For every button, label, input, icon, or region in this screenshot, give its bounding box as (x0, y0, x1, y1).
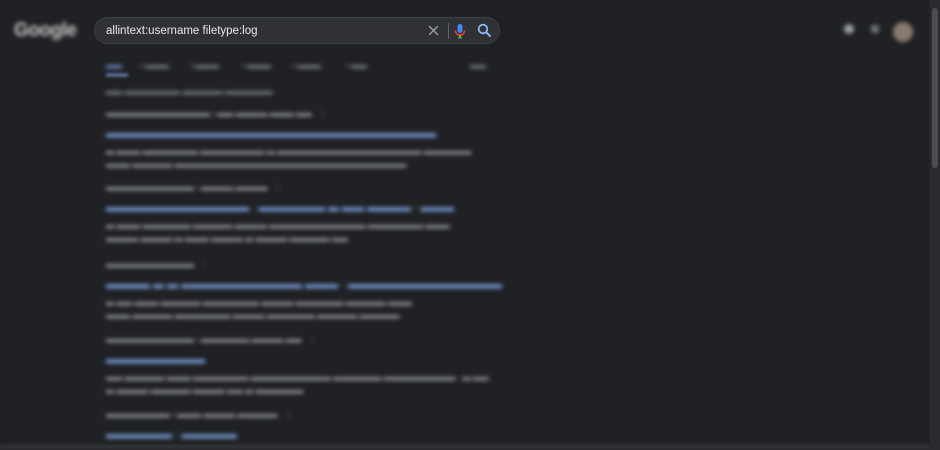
search-result: ▬▬▬▬▬▬▬▬▬▬▬▬▬ › ▬▬ ▬▬▬▬ ▬▬▬ ▬▬ ⋮ ▬▬▬▬▬▬▬… (106, 109, 472, 171)
result-url[interactable]: ▬▬▬▬▬▬▬▬▬▬▬ › ▬▬▬▬▬▬ ▬▬▬▬ ▬▬ ⋮ (106, 335, 466, 347)
search-result: ▬▬▬▬▬▬▬▬▬▬▬ › ▬▬▬▬ ▬▬▬▬ ⋮ ▬▬▬▬▬▬▬▬▬▬▬▬▬ … (106, 183, 466, 245)
result-url[interactable]: ▬▬▬▬▬▬▬▬ › ▬▬▬ ▬▬▬▬ ▬▬▬▬▬ ⋮ (106, 410, 466, 422)
tab-news[interactable]: ▪ ▬▬▬ (140, 61, 169, 71)
account-avatar[interactable] (893, 22, 913, 42)
result-title[interactable]: ▬▬▬▬▬▬▬▬▬▬▬▬▬▬▬▬▬▬▬▬▬▬▬▬▬▬▬▬▬▬ (106, 128, 466, 142)
search-box[interactable] (94, 17, 500, 44)
magnifier-icon (477, 23, 491, 37)
result-snippet: ▬ ▬▬ ▬▬▬ ▬▬▬▬▬ ▬▬▬▬▬▬▬ ▬▬▬▬ ▬▬▬▬▬▬ ▬▬▬▬▬… (106, 298, 412, 320)
clear-search-button[interactable] (426, 23, 441, 38)
result-stats: ▬▬ ▬▬▬▬▬▬▬ ▬▬▬▬▬ ▬▬▬▬▬▬ (106, 87, 273, 96)
google-search-button[interactable] (476, 22, 493, 39)
google-logo[interactable]: Google (14, 20, 77, 42)
bottom-bar (0, 444, 930, 450)
tab-videos[interactable]: ▪ ▬▬▬ (242, 61, 271, 71)
header: Google (0, 0, 940, 58)
search-result: ▬▬▬▬▬▬▬▬▬▬▬ › ▬▬▬▬▬▬ ▬▬▬▬ ▬▬ ⋮ ▬▬▬▬▬▬▬▬▬… (106, 335, 489, 397)
search-input[interactable] (106, 18, 406, 43)
result-title[interactable]: ▬▬▬▬ ▬ ▬ ▬▬▬▬▬▬▬▬▬▬▬ ▬▬▬ · ▬▬▬▬▬▬▬▬▬▬▬▬▬… (106, 279, 502, 293)
apps-button[interactable] (843, 22, 855, 34)
active-tab-indicator (106, 74, 128, 76)
search-results-page: Google allintext:username filetype:log ▬… (0, 0, 940, 450)
settings-button[interactable] (869, 22, 881, 34)
tab-images[interactable]: ▪ ▬▬▬ (190, 61, 219, 71)
result-url[interactable]: ▬▬▬▬▬▬▬▬▬▬▬▬▬ › ▬▬ ▬▬▬▬ ▬▬▬ ▬▬ ⋮ (106, 109, 466, 121)
result-snippet: ▬ ▬▬▬ ▬▬▬▬▬▬ ▬▬▬▬▬ ▬▬▬▬ ▬▬▬▬▬▬▬▬▬▬▬▬ ▬▬▬… (106, 221, 450, 243)
search-result: ▬▬▬▬▬▬▬▬ › ▬▬▬ ▬▬▬▬ ▬▬▬▬▬ ⋮ ▬▬▬▬▬▬ · ▬▬▬… (106, 410, 466, 443)
tab-books[interactable]: ▪ ▬▬▬ (292, 61, 321, 71)
searchbox-divider (448, 23, 449, 39)
voice-search-button[interactable] (452, 22, 468, 40)
result-snippet: ▬▬ ▬▬▬▬▬ ▬▬▬ ▬▬▬▬▬▬▬ ▬▬▬▬▬▬▬▬▬▬ ▬▬▬▬▬▬ ▬… (106, 373, 489, 395)
result-url[interactable]: ▬▬▬▬▬▬▬▬▬▬▬ › ▬▬▬▬ ▬▬▬▬ ⋮ (106, 183, 466, 195)
tab-more[interactable]: ▪ ▬▬ (346, 61, 367, 71)
search-tabs: ▬▬ ▪ ▬▬▬ ▪ ▬▬▬ ▪ ▬▬▬ ▪ ▬▬▬ ▪ ▬▬ ▬▬ (106, 61, 496, 73)
page-scrollbar[interactable] (930, 0, 940, 450)
result-title[interactable]: ▬▬▬▬▬▬▬▬▬ (106, 354, 466, 368)
tab-tools[interactable]: ▬▬ (470, 61, 486, 71)
microphone-icon (454, 24, 466, 39)
close-icon (428, 25, 439, 36)
search-result: ▬▬▬▬▬▬▬▬▬▬▬ ⋮ ▬▬▬▬ ▬ ▬ ▬▬▬▬▬▬▬▬▬▬▬ ▬▬▬ ·… (106, 260, 502, 322)
result-url[interactable]: ▬▬▬▬▬▬▬▬▬▬▬ ⋮ (106, 260, 466, 272)
gear-icon (870, 24, 880, 34)
result-title[interactable]: ▬▬▬▬▬▬ · ▬▬▬▬▬ (106, 429, 466, 443)
apps-grid-icon (844, 24, 854, 34)
scrollbar-thumb[interactable] (932, 8, 938, 168)
tab-all[interactable]: ▬▬ (106, 61, 122, 71)
result-snippet: ▬ ▬▬▬ ▬▬▬▬▬▬▬ ▬▬▬▬▬▬▬▬ ▬ ▬▬▬▬▬▬▬▬▬▬▬▬▬▬▬… (106, 147, 472, 169)
result-title[interactable]: ▬▬▬▬▬▬▬▬▬▬▬▬▬ · ▬▬▬▬▬▬ ▬ ▬▬ ▬▬▬▬ · ▬▬▬ (106, 202, 466, 216)
